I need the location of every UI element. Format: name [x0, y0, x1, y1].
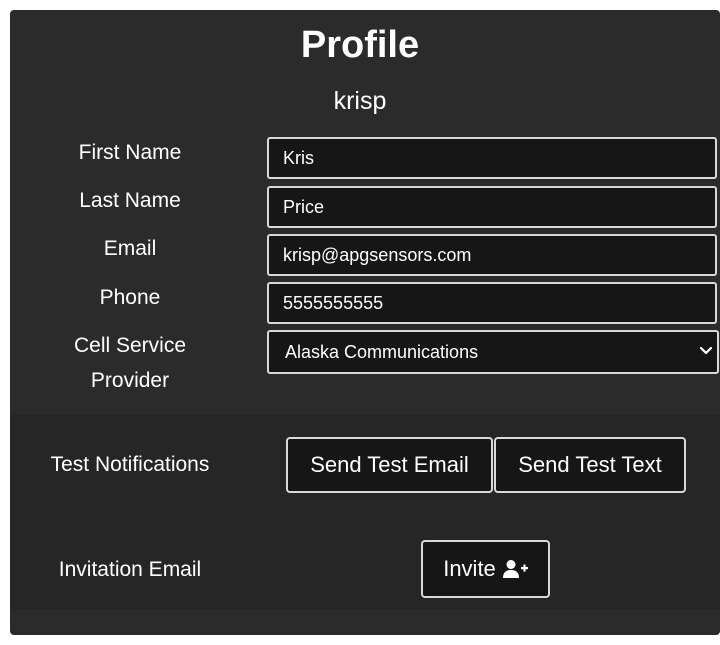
profile-panel: Profile krisp First Name Last Name Email…	[10, 10, 720, 635]
invitation-email-label: Invitation Email	[58, 558, 202, 581]
page-title: Profile	[300, 24, 420, 66]
phone-field[interactable]	[267, 282, 717, 324]
cell-provider-label-line1: Cell Service	[73, 334, 187, 357]
send-test-text-button[interactable]: Send Test Text	[494, 437, 686, 493]
cell-provider-label-line2: Provider	[90, 369, 170, 392]
invite-button[interactable]: Invite	[421, 540, 550, 598]
last-name-field[interactable]	[267, 186, 717, 228]
profile-username: krisp	[333, 87, 387, 115]
user-plus-icon	[502, 560, 528, 578]
cell-provider-select[interactable]: Alaska Communications	[267, 330, 719, 374]
cell-provider-selected-value: Alaska Communications	[285, 342, 479, 362]
first-name-label: First Name	[78, 141, 182, 164]
last-name-label: Last Name	[79, 189, 181, 212]
send-test-email-button[interactable]: Send Test Email	[286, 437, 493, 493]
email-field[interactable]	[267, 234, 717, 276]
phone-label: Phone	[99, 286, 161, 309]
email-label: Email	[103, 237, 157, 260]
invite-button-label: Invite	[443, 556, 496, 581]
chevron-down-icon	[699, 346, 713, 355]
first-name-field[interactable]	[267, 137, 717, 179]
test-notifications-label: Test Notifications	[50, 453, 210, 476]
